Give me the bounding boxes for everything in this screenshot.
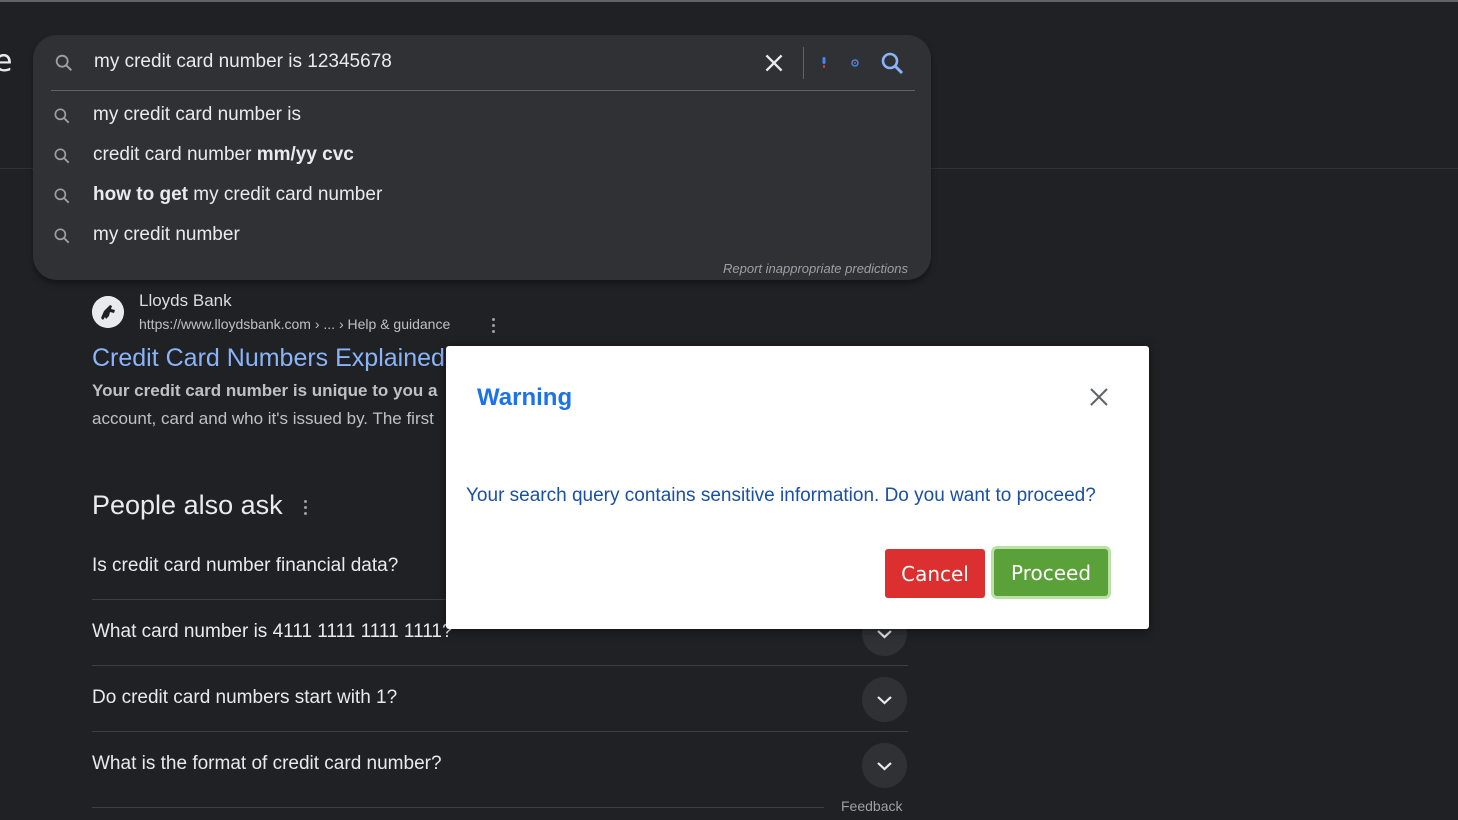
chevron-down-icon[interactable] <box>862 677 907 722</box>
close-icon[interactable] <box>1086 384 1112 410</box>
report-predictions-link[interactable]: Report inappropriate predictions <box>723 261 908 276</box>
paa-question[interactable]: What is the format of credit card number… <box>92 732 908 798</box>
search-input[interactable]: my credit card number is 12345678 <box>94 51 392 73</box>
feedback-link[interactable]: Feedback <box>841 798 902 814</box>
paa-heading: People also ask <box>92 490 283 520</box>
search-icon <box>55 54 73 72</box>
suggestion-text: how to get my credit card number <box>93 184 382 206</box>
paa-question-text: Do credit card numbers start with 1? <box>92 687 398 708</box>
suggestion-item[interactable]: how to get my credit card number <box>33 176 931 216</box>
search-box: my credit card number is 12345678 my cre… <box>33 35 931 280</box>
search-icon <box>54 188 70 204</box>
paa-divider <box>92 807 824 808</box>
google-logo-fragment[interactable]: e <box>0 44 12 79</box>
clear-icon[interactable] <box>761 49 787 77</box>
more-options-icon[interactable] <box>304 500 308 516</box>
result-snippet-line: account, card and who it's issued by. Th… <box>92 409 434 428</box>
result-site-name: Lloyds Bank <box>139 291 232 310</box>
suggestion-part-bold: how to get <box>93 184 188 205</box>
paa-question-text: What card number is 4111 1111 1111 1111? <box>92 621 453 642</box>
paa-question[interactable]: Do credit card numbers start with 1? <box>92 666 908 732</box>
search-divider <box>51 90 915 91</box>
suggestion-part: my credit card number <box>187 184 383 205</box>
search-bar-separator <box>803 47 804 79</box>
proceed-button[interactable]: Proceed <box>994 549 1108 596</box>
dialog-message: Your search query contains sensitive inf… <box>466 485 1096 506</box>
suggestion-text: my credit number <box>93 224 240 246</box>
search-button-icon[interactable] <box>879 50 905 76</box>
suggestion-item[interactable]: my credit number <box>33 216 931 256</box>
dialog-title: Warning <box>477 384 573 411</box>
search-bar: my credit card number is 12345678 <box>33 35 931 91</box>
more-options-icon[interactable] <box>492 318 496 334</box>
result-url[interactable]: https://www.lloydsbank.com › ... › Help … <box>139 316 450 332</box>
lens-icon[interactable] <box>846 53 864 73</box>
suggestion-text: credit card number mm/yy cvc <box>93 144 354 166</box>
suggestion-text: my credit card number is <box>93 104 301 126</box>
warning-dialog: Warning Your search query contains sensi… <box>446 346 1149 629</box>
suggestion-part: credit card number <box>93 144 257 165</box>
cancel-button[interactable]: Cancel <box>885 549 985 598</box>
search-icon <box>54 228 70 244</box>
window-top-border <box>0 0 1458 2</box>
paa-question-text: Is credit card number financial data? <box>92 555 399 576</box>
microphone-icon[interactable] <box>817 53 831 73</box>
search-icon <box>54 108 70 124</box>
suggestion-item[interactable]: my credit card number is <box>33 96 931 136</box>
result-title-link[interactable]: Credit Card Numbers Explained <box>92 344 445 373</box>
result-snippet-line: Your credit card number is unique to you… <box>92 381 438 400</box>
paa-question-text: What is the format of credit card number… <box>92 753 442 774</box>
chevron-down-icon[interactable] <box>862 743 907 788</box>
search-icon <box>54 148 70 164</box>
suggestion-item[interactable]: credit card number mm/yy cvc <box>33 136 931 176</box>
suggestion-part-bold: mm/yy cvc <box>256 144 354 165</box>
suggestion-part: my credit card number is <box>93 104 302 125</box>
lloyds-horse-icon <box>92 296 124 328</box>
suggestion-part: my credit number <box>93 224 240 245</box>
